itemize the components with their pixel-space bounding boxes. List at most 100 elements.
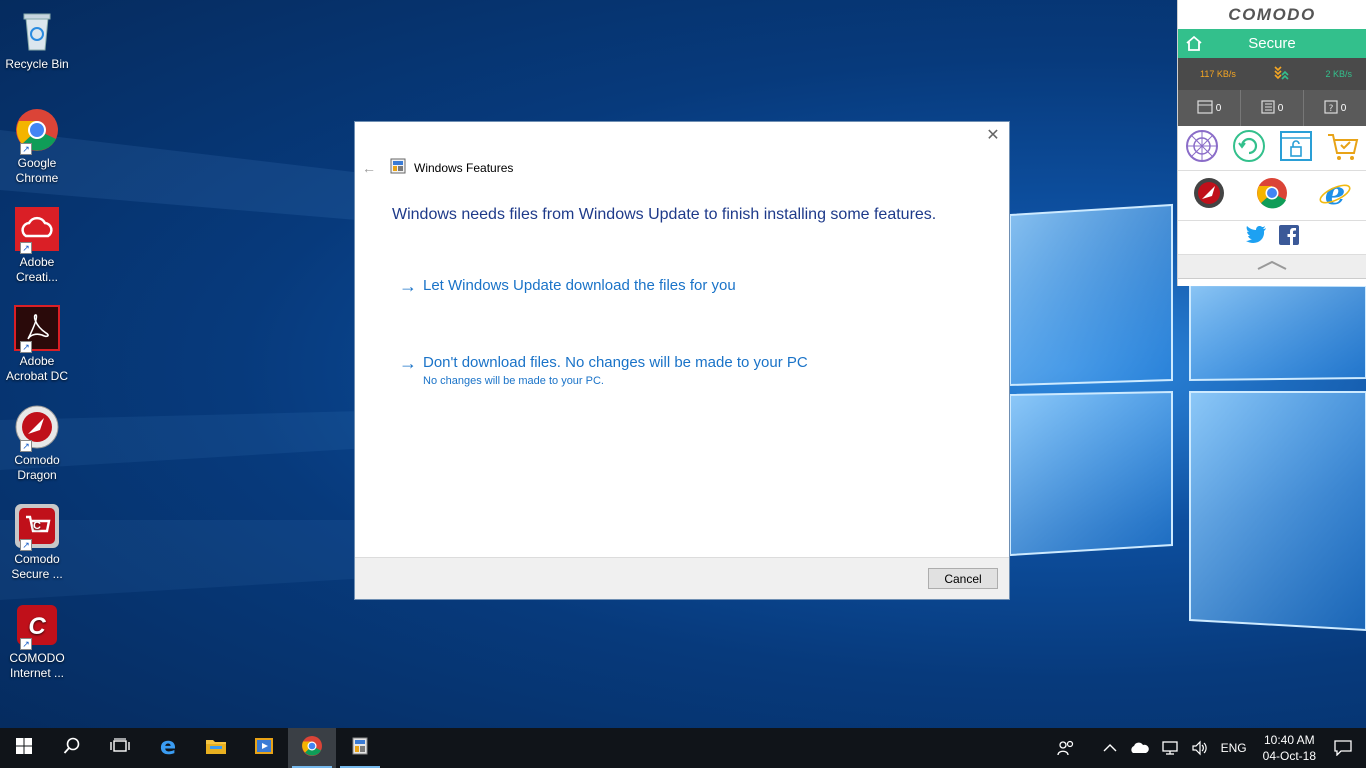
network-traffic-bar: 117 KB/s 2 KB/s [1178, 58, 1366, 90]
desktop-icon-label: Google Chrome [15, 156, 59, 185]
comodo-widget: COMODO Secure 117 KB/s 2 KB/s 0 0 ? 0 e [1177, 0, 1366, 286]
internet-explorer-icon[interactable]: e [1318, 174, 1352, 215]
collapse-widget-button[interactable] [1178, 255, 1366, 279]
counter-tasks[interactable]: 0 [1241, 90, 1304, 126]
counters-bar: 0 0 ? 0 [1178, 90, 1366, 126]
widget-browsers-row: e [1178, 171, 1366, 221]
svg-text:e: e [1324, 176, 1344, 210]
comodo-dragon-icon[interactable] [1192, 176, 1226, 215]
svg-text:C: C [33, 520, 41, 532]
task-view-button[interactable] [96, 728, 144, 768]
shortcut-arrow-icon: ↗ [20, 341, 32, 353]
desktop-icon-label: COMODO Internet ... [9, 651, 65, 680]
cancel-button[interactable]: Cancel [928, 568, 998, 589]
dialog-titlebar: ← Windows Features [362, 158, 513, 177]
windows-logo-icon [16, 737, 32, 759]
network-icon[interactable] [1155, 740, 1185, 756]
search-button[interactable] [48, 728, 96, 768]
facebook-icon[interactable] [1279, 225, 1299, 250]
widget-tools-row [1178, 126, 1366, 171]
svg-text:C: C [28, 613, 46, 640]
upload-speed: 2 KB/s [1325, 69, 1352, 79]
web-filter-icon[interactable] [1185, 129, 1219, 168]
widget-social-row [1178, 221, 1366, 255]
back-arrow-icon[interactable]: ← [362, 160, 382, 176]
option-sub-text: No changes will be made to your PC. [423, 375, 604, 387]
comodo-internet-security-icon: C ↗ [14, 602, 60, 650]
clock-date: 04-Oct-18 [1262, 749, 1316, 763]
system-tray: ENG 10:40 AM 04-Oct-18 [1051, 728, 1366, 768]
chrome-icon [301, 735, 323, 762]
comodo-dragon-icon: ↗ [14, 404, 60, 452]
security-status-label: Secure [1248, 35, 1296, 52]
security-status-bar[interactable]: Secure [1178, 29, 1366, 58]
desktop-icon-comodo-secure[interactable]: C ↗ Comodo Secure ... [4, 503, 70, 582]
media-player-icon [254, 736, 274, 761]
desktop-icon-recycle-bin[interactable]: Recycle Bin [4, 8, 70, 72]
shortcut-arrow-icon: ↗ [20, 143, 32, 155]
refresh-icon[interactable] [1232, 129, 1266, 168]
chevron-up-icon[interactable] [1097, 743, 1123, 753]
taskbar-windows-features[interactable] [336, 728, 384, 768]
chrome-icon: ↗ [14, 107, 60, 155]
dialog-title: Windows Features [414, 160, 514, 175]
secure-window-icon[interactable] [1279, 129, 1313, 168]
desktop-icon-comodo-internet-security[interactable]: C ↗ COMODO Internet ... [4, 602, 70, 681]
option-main-text: Don't download files. No changes will be… [423, 354, 808, 371]
counter-unknown[interactable]: ? 0 [1304, 90, 1366, 126]
shortcut-arrow-icon: ↗ [20, 539, 32, 551]
input-language[interactable]: ENG [1215, 741, 1253, 755]
list-icon [1261, 99, 1275, 117]
option-download-via-windows-update[interactable]: → Let Windows Update download the files … [399, 277, 736, 295]
taskbar: e ENG 10:40 AM 04-Oct-18 [0, 728, 1366, 768]
clock[interactable]: 10:40 AM 04-Oct-18 [1253, 732, 1326, 764]
counter-sandbox[interactable]: 0 [1178, 90, 1241, 126]
start-button[interactable] [0, 728, 48, 768]
home-icon[interactable] [1185, 33, 1203, 62]
question-icon: ? [1324, 99, 1338, 117]
desktop-icon-adobe-acrobat[interactable]: ↗ Adobe Acrobat DC [4, 305, 70, 384]
box-icon [1197, 99, 1213, 117]
desktop-icon-label: Adobe Acrobat DC [5, 354, 69, 383]
desktop-icon-label: Adobe Creati... [15, 255, 58, 284]
svg-text:e: e [160, 735, 176, 757]
taskbar-media-player[interactable] [240, 728, 288, 768]
desktop-icon-google-chrome[interactable]: ↗ Google Chrome [4, 107, 70, 186]
search-icon [63, 737, 81, 760]
option-dont-download[interactable]: → Don't download files. No changes will … [399, 354, 808, 387]
desktop-icon-label: Comodo Secure ... [11, 552, 63, 581]
action-center-icon[interactable] [1326, 740, 1366, 756]
shopping-cart-icon[interactable] [1326, 129, 1360, 168]
desktop-icon-comodo-dragon[interactable]: ↗ Comodo Dragon [4, 404, 70, 483]
shortcut-arrow-icon: ↗ [20, 440, 32, 452]
svg-text:?: ? [1328, 104, 1333, 114]
option-main-text: Let Windows Update download the files fo… [423, 277, 736, 294]
close-button[interactable]: ✕ [983, 126, 1003, 146]
taskbar-edge[interactable]: e [144, 728, 192, 768]
desktop-icon-label: Comodo Dragon [14, 453, 60, 482]
adobe-acrobat-icon: ↗ [14, 305, 60, 353]
arrow-right-icon: → [399, 276, 417, 296]
windows-features-dialog: ✕ ← Windows Features Windows needs files… [354, 121, 1010, 600]
people-icon[interactable] [1051, 740, 1081, 756]
volume-icon[interactable] [1185, 740, 1215, 756]
edge-icon: e [157, 732, 179, 762]
twitter-icon[interactable] [1245, 225, 1267, 250]
traffic-arrows-icon [1273, 65, 1289, 83]
comodo-logo: COMODO [1228, 5, 1316, 24]
chrome-icon[interactable] [1255, 176, 1289, 215]
shortcut-arrow-icon: ↗ [20, 638, 32, 650]
taskbar-chrome[interactable] [288, 728, 336, 768]
task-view-icon [110, 737, 130, 759]
windows-features-icon [390, 158, 406, 177]
folder-icon [205, 737, 227, 760]
desktop-icon-adobe-creative-cloud[interactable]: ↗ Adobe Creati... [4, 206, 70, 285]
dialog-heading: Windows needs files from Windows Update … [392, 206, 937, 223]
taskbar-file-explorer[interactable] [192, 728, 240, 768]
adobe-creative-cloud-icon: ↗ [14, 206, 60, 254]
arrow-right-icon: → [399, 353, 417, 373]
comodo-secure-shopping-icon: C ↗ [14, 503, 60, 551]
desktop-icon-label: Recycle Bin [5, 57, 69, 71]
shortcut-arrow-icon: ↗ [20, 242, 32, 254]
onedrive-cloud-icon[interactable] [1123, 741, 1155, 755]
